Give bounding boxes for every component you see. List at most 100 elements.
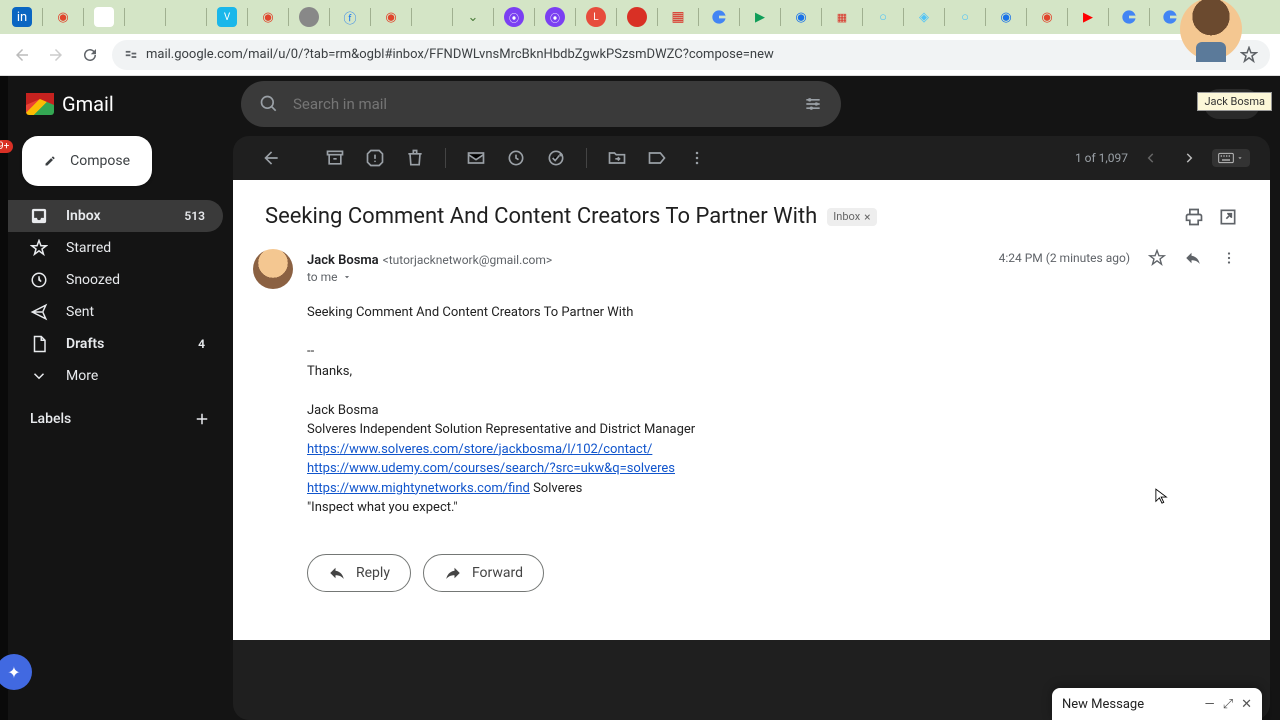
tab-favicon-facebook[interactable]: ⓕ [340, 7, 360, 27]
email-timestamp: 4:24 PM (2 minutes ago) [999, 251, 1130, 265]
search-options-icon[interactable] [803, 94, 823, 114]
forward-icon [444, 564, 462, 582]
star-message-button[interactable] [1148, 249, 1166, 267]
tab-favicon-google[interactable] [1119, 7, 1139, 27]
content-panel: 1 of 1,097 Seeking Comment And Content C… [233, 136, 1270, 720]
to-line[interactable]: to me [307, 270, 552, 284]
remove-label-icon[interactable]: × [864, 210, 870, 224]
app-name: Gmail [62, 92, 114, 116]
labels-button[interactable] [639, 140, 675, 176]
sender-name[interactable]: Jack Bosma [307, 253, 379, 268]
email-body: Seeking Comment And Content Creators To … [307, 303, 1238, 518]
sidebar-item-inbox[interactable]: Inbox 513 [8, 200, 223, 232]
tab-favicon-youtube[interactable]: ▶ [1078, 7, 1098, 27]
tab-favicon[interactable]: ○ [873, 7, 893, 27]
archive-button[interactable] [317, 140, 353, 176]
sidebar-item-snoozed[interactable]: Snoozed [8, 264, 223, 296]
sidebar-count: 4 [198, 337, 205, 351]
show-details-icon[interactable] [342, 272, 352, 282]
sidebar-label: Sent [66, 304, 94, 320]
email-subject: Seeking Comment And Content Creators To … [265, 204, 817, 229]
search-box[interactable] [241, 81, 841, 127]
sidebar-item-sent[interactable]: Sent [8, 296, 223, 328]
sidebar-label: Inbox [66, 208, 101, 224]
body-link[interactable]: https://www.solveres.com/store/jackbosma… [307, 442, 652, 457]
pagination-text: 1 of 1,097 [1075, 151, 1128, 165]
url-field[interactable]: mail.google.com/mail/u/0/?tab=rm&ogbl#in… [112, 40, 1270, 70]
tab-favicon[interactable]: ◉ [1037, 7, 1057, 27]
tab-favicon[interactable]: ▶ [750, 7, 770, 27]
report-spam-button[interactable] [357, 140, 393, 176]
chevron-down-icon [30, 367, 48, 385]
tab-favicon-linkedin[interactable]: in [12, 7, 32, 27]
tab-favicon-google[interactable] [709, 7, 729, 27]
tab-favicon[interactable]: ◈ [914, 7, 934, 27]
input-tool-selector[interactable] [1212, 149, 1250, 167]
tab-favicon[interactable]: L [586, 7, 606, 27]
sidebar-label: More [66, 368, 98, 384]
body-link[interactable]: https://www.udemy.com/courses/search/?sr… [307, 461, 675, 476]
sidebar-count: 513 [184, 209, 205, 223]
nav-reload-button[interactable] [78, 43, 102, 67]
keyboard-icon [1218, 152, 1234, 164]
older-button[interactable] [1174, 143, 1204, 173]
sender-avatar[interactable] [253, 249, 293, 289]
sidebar-item-more[interactable]: More [8, 360, 223, 392]
tab-favicon[interactable]: ⦿ [504, 7, 524, 27]
nav-back-button[interactable] [10, 43, 34, 67]
reply-button[interactable]: Reply [307, 554, 411, 592]
more-actions-button[interactable] [679, 140, 715, 176]
sidebar-item-drafts[interactable]: Drafts 4 [8, 328, 223, 360]
tab-favicon[interactable] [627, 7, 647, 27]
site-settings-icon[interactable] [124, 48, 138, 62]
body-link[interactable]: https://www.mightynetworks.com/find [307, 481, 530, 496]
tab-favicon[interactable]: ◉ [996, 7, 1016, 27]
tab-favicon[interactable] [422, 7, 442, 27]
compose-minimized[interactable]: New Message — ⤢ ✕ [1052, 688, 1262, 720]
tab-favicon-calendar[interactable]: ▦ [668, 7, 688, 27]
sidebar-item-starred[interactable]: Starred [8, 232, 223, 264]
tab-favicon-vimeo[interactable]: V [217, 7, 237, 27]
tab-favicon[interactable]: ◉ [791, 7, 811, 27]
snooze-button[interactable] [498, 140, 534, 176]
tab-favicon[interactable]: ⌄ [463, 7, 483, 27]
star-icon [30, 239, 48, 257]
nav-forward-button[interactable] [44, 43, 68, 67]
sidebar-label: Drafts [66, 336, 104, 352]
tab-favicon[interactable]: ◉ [258, 7, 278, 27]
url-text: mail.google.com/mail/u/0/?tab=rm&ogbl#in… [146, 47, 1232, 62]
tab-favicon[interactable] [135, 7, 155, 27]
forward-button[interactable]: Forward [423, 554, 544, 592]
tab-favicon[interactable] [299, 7, 319, 27]
add-to-tasks-button[interactable] [538, 140, 574, 176]
maximize-icon[interactable]: ⤢ [1223, 697, 1233, 712]
mark-unread-button[interactable] [458, 140, 494, 176]
close-icon[interactable]: ✕ [1241, 697, 1252, 712]
tab-favicon[interactable] [94, 7, 114, 27]
tab-favicon[interactable]: ◉ [381, 7, 401, 27]
search-icon[interactable] [259, 94, 279, 114]
tab-favicon[interactable]: ▦ [832, 7, 852, 27]
minimize-icon[interactable]: — [1205, 697, 1215, 712]
tab-favicon[interactable]: ⦿ [545, 7, 565, 27]
add-label-button[interactable] [193, 410, 211, 428]
tab-favicon[interactable]: ○ [955, 7, 975, 27]
sidebar-label: Starred [66, 240, 111, 256]
search-input[interactable] [293, 95, 789, 113]
message-more-button[interactable] [1220, 249, 1238, 267]
reply-icon-button[interactable] [1184, 249, 1202, 267]
browser-url-bar: mail.google.com/mail/u/0/?tab=rm&ogbl#in… [0, 34, 1280, 76]
compose-button[interactable]: Compose [22, 136, 152, 186]
print-button[interactable] [1184, 207, 1204, 227]
app-logo[interactable]: Gmail [8, 82, 233, 132]
inbox-label-chip[interactable]: Inbox × [827, 208, 876, 226]
move-to-button[interactable] [599, 140, 635, 176]
side-fab[interactable]: ✦ [0, 654, 32, 690]
back-to-inbox-button[interactable] [253, 140, 289, 176]
tab-favicon[interactable] [176, 7, 196, 27]
profile-avatar[interactable] [1170, 0, 1250, 78]
newer-button[interactable] [1136, 143, 1166, 173]
open-new-window-button[interactable] [1218, 207, 1238, 227]
delete-button[interactable] [397, 140, 433, 176]
tab-favicon[interactable]: ◉ [53, 7, 73, 27]
